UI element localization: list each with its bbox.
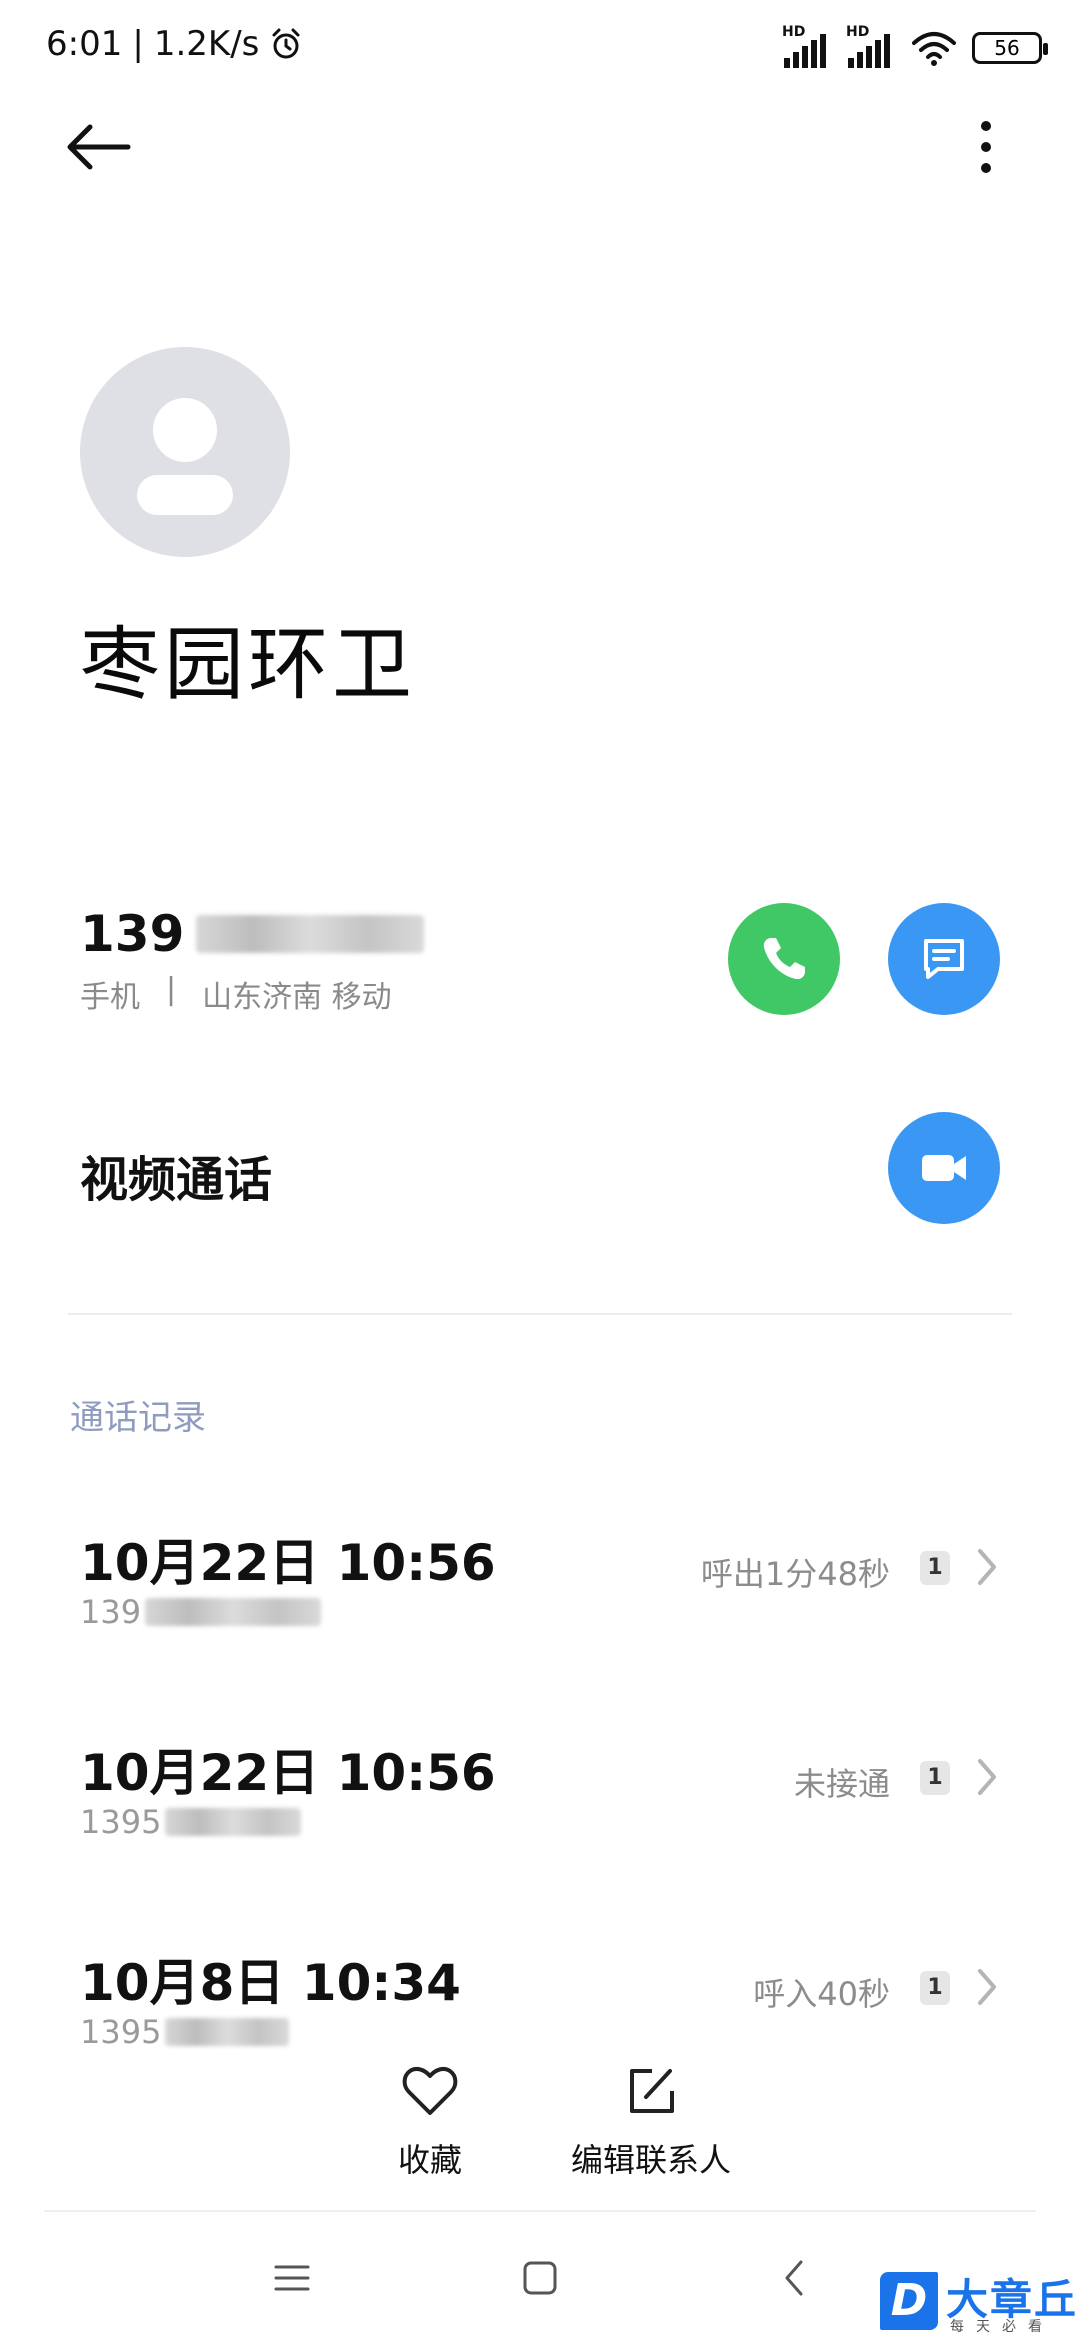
call-log-number-redacted <box>165 2018 290 2046</box>
phone-type: 手机 <box>80 980 140 1015</box>
call-log-date: 10月22日 10:56 <box>80 1534 496 1592</box>
alarm-icon <box>272 28 300 59</box>
call-log-row[interactable]: 10月22日 10:56 139 呼出1分48秒 1 <box>0 1523 1080 1663</box>
square-icon <box>523 2261 557 2295</box>
chevron-right-icon <box>978 1969 996 2005</box>
more-vertical-icon <box>981 121 991 173</box>
phone-icon <box>763 938 805 980</box>
call-log-number-redacted <box>165 1808 302 1836</box>
edit-contact-button[interactable]: 编辑联系人 <box>566 2065 736 2181</box>
wifi-icon <box>912 32 956 66</box>
nav-back-button[interactable] <box>764 2248 824 2308</box>
video-camera-icon <box>922 1155 966 1181</box>
call-log-number: 139 <box>80 1593 322 1631</box>
call-log-number: 1395 <box>80 2013 290 2051</box>
signal-sim1-icon: HD <box>782 24 832 68</box>
contact-name: 枣园环卫 <box>80 618 416 711</box>
nav-menu-button[interactable] <box>262 2248 322 2308</box>
video-call-label[interactable]: 视频通话 <box>80 1140 272 1210</box>
heart-icon <box>402 2066 458 2115</box>
chevron-right-icon <box>978 1549 996 1585</box>
section-divider <box>68 1313 1012 1315</box>
avatar <box>80 347 290 557</box>
phone-location: 山东济南 移动 <box>202 980 392 1015</box>
status-bar: 6:01 | 1.2K/s HD HD 56 <box>0 0 1080 100</box>
menu-icon <box>274 2265 310 2291</box>
chevron-right-icon <box>978 1759 996 1795</box>
call-log-status: 呼出1分48秒 <box>700 1555 890 1593</box>
message-icon <box>924 939 964 979</box>
status-divider: | <box>132 24 144 64</box>
favorite-button[interactable]: 收藏 <box>390 2065 470 2181</box>
edit-icon <box>630 2069 674 2113</box>
back-button[interactable] <box>60 112 140 182</box>
call-log-status: 呼入40秒 <box>753 1975 890 2013</box>
sim-badge: 1 <box>920 1971 950 2005</box>
chevron-left-icon <box>785 2260 803 2296</box>
call-log-number: 1395 <box>80 1803 302 1841</box>
status-right: HD HD 56 <box>782 24 1048 68</box>
status-left: 6:01 | 1.2K/s <box>46 24 303 64</box>
call-log-row[interactable]: 10月22日 10:56 1395 未接通 1 <box>0 1733 1080 1873</box>
signal-sim2-icon: HD <box>846 24 896 68</box>
call-log-title: 通话记录 <box>70 1398 206 1438</box>
person-icon <box>137 398 233 515</box>
phone-meta: 手机 | 山东济南 移动 <box>80 972 392 1016</box>
call-log-date: 10月22日 10:56 <box>80 1744 496 1802</box>
more-options-button[interactable] <box>960 112 1000 182</box>
battery-icon: 56 <box>972 32 1048 64</box>
phone-meta-separator: | <box>166 972 177 1007</box>
nav-divider <box>44 2210 1036 2212</box>
call-log-row[interactable]: 10月8日 10:34 1395 呼入40秒 1 <box>0 1943 1080 2083</box>
watermark-letter: D <box>880 2272 938 2330</box>
call-log-number-prefix: 139 <box>80 1593 142 1631</box>
edit-contact-label: 编辑联系人 <box>570 2141 731 2179</box>
watermark-slogan: 每天必看 <box>950 2319 1054 2335</box>
call-log-status: 未接通 <box>793 1765 890 1803</box>
phone-number[interactable]: 139 <box>80 905 425 963</box>
status-time: 6:01 <box>46 24 123 64</box>
call-button[interactable] <box>728 903 840 1015</box>
arrow-left-icon <box>67 124 131 170</box>
nav-home-button[interactable] <box>510 2248 570 2308</box>
message-button[interactable] <box>888 903 1000 1015</box>
call-log-number-prefix: 1395 <box>80 2013 162 2051</box>
call-log-date: 10月8日 10:34 <box>80 1954 461 2012</box>
phone-number-redacted <box>196 915 425 953</box>
status-net-speed: 1.2K/s <box>153 24 260 64</box>
phone-number-prefix: 139 <box>80 905 185 963</box>
watermark-logo: D 大章丘 每天必看 <box>880 2266 1080 2340</box>
video-call-button[interactable] <box>888 1112 1000 1224</box>
call-log-number-prefix: 1395 <box>80 1803 162 1841</box>
sim-badge: 1 <box>920 1761 950 1795</box>
favorite-label: 收藏 <box>397 2141 462 2179</box>
call-log-number-redacted <box>145 1598 322 1626</box>
sim-badge: 1 <box>920 1551 950 1585</box>
